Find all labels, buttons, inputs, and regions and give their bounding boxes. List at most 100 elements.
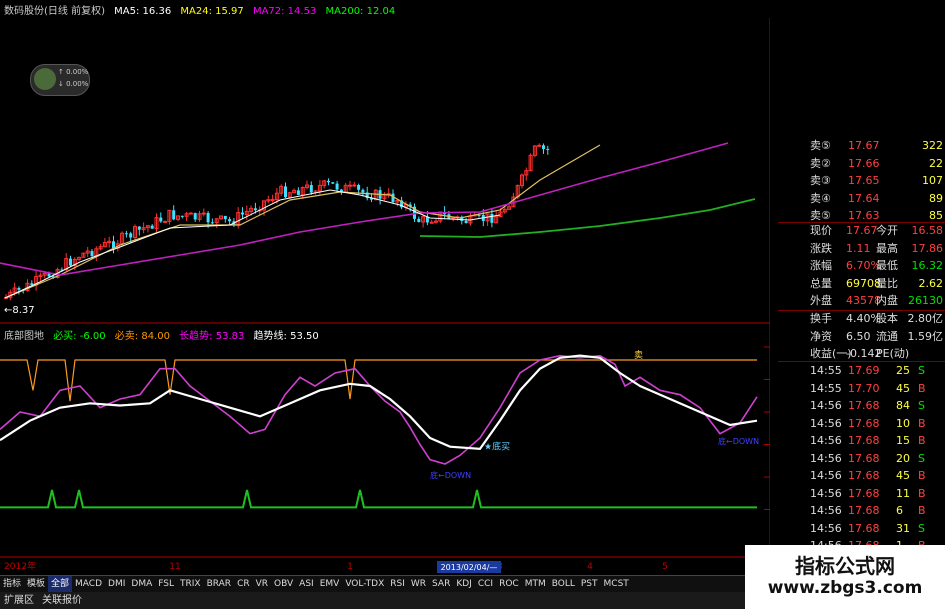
candle-body [309, 185, 313, 193]
stat-label: 净资 [810, 329, 832, 343]
candle-body [253, 208, 257, 211]
time-axis-label: 11 [169, 562, 180, 572]
tick-time: 14:55 [810, 381, 842, 395]
stat-row: 收益(一) -0.142 PE(动) [778, 345, 945, 362]
stat-value: 26130 [908, 294, 943, 307]
stat-row: 涨跌 1.11 最高 17.86 [778, 240, 945, 257]
stat-row: 涨幅 6.70% 最低 16.32 [778, 257, 945, 274]
ma5-label: MA5: 16.36 [114, 6, 172, 17]
candle-body [30, 283, 34, 285]
candle-body [490, 213, 494, 223]
stat-row: 现价 17.67 今开 16.58 [778, 222, 945, 239]
badge-line1: ↑ 0.00% [58, 68, 89, 76]
ask-volume: 22 [929, 156, 943, 170]
tab-cci[interactable]: CCI [475, 576, 496, 592]
tab-模板[interactable]: 模板 [24, 576, 48, 592]
tab-asi[interactable]: ASI [296, 576, 317, 592]
tick-time: 14:56 [810, 451, 842, 465]
tick-row: 14:56 17.68 10 B [778, 415, 945, 432]
tick-volume: 25 [896, 364, 910, 377]
candle-body [137, 226, 141, 230]
candle-body [150, 225, 154, 229]
tab-obv[interactable]: OBV [271, 576, 296, 592]
stat-label: 最高 [876, 241, 898, 255]
tick-side: S [918, 521, 925, 535]
candle-body [90, 251, 94, 256]
ma5-line [4, 189, 501, 299]
candle-body [129, 233, 133, 238]
tab-brar[interactable]: BRAR [204, 576, 234, 592]
tab-vol-tdx[interactable]: VOL-TDX [342, 576, 387, 592]
candle-body [464, 220, 468, 224]
candle-body [124, 233, 128, 235]
date-marker-label: 2013/02/04/— [441, 563, 498, 572]
tab-kdj[interactable]: KDJ [453, 576, 475, 592]
time-axis-label: 5 [662, 562, 668, 572]
zoom-badge[interactable]: ↑ 0.00% ↓ 0.00% [30, 64, 90, 96]
tab-fsl[interactable]: FSL [155, 576, 177, 592]
tick-row: 14:56 17.68 6 B [778, 502, 945, 519]
tick-price: 17.68 [848, 521, 880, 535]
ma24-line [4, 144, 601, 299]
ask-price: 17.67 [848, 139, 880, 152]
tab-mtm[interactable]: MTM [522, 576, 549, 592]
subtab-扩展区[interactable]: 扩展区 [0, 592, 38, 609]
tab-wr[interactable]: WR [408, 576, 429, 592]
tab-指标[interactable]: 指标 [0, 576, 24, 592]
candle-body [546, 148, 550, 150]
sell-tag: 卖 [634, 350, 643, 361]
ask-row: 卖② 17.66 22 [778, 155, 945, 172]
candle-body [69, 258, 72, 266]
tab-boll[interactable]: BOLL [549, 576, 578, 592]
candle-body [180, 215, 184, 217]
tab-vr[interactable]: VR [253, 576, 271, 592]
indicator-long: 长趋势: 53.83 [179, 331, 245, 342]
stat-label: 总量 [810, 276, 832, 290]
stat-value: 17.86 [911, 241, 944, 255]
chart-area[interactable]: 64%56%48%40%32%24%16%8%0%90.0075.0060.00… [0, 0, 770, 575]
tick-price: 17.68 [848, 451, 880, 465]
stat-label: 股本 [876, 312, 898, 325]
tab-macd[interactable]: MACD [72, 576, 105, 592]
candle-body [270, 198, 275, 201]
tab-dma[interactable]: DMA [128, 576, 155, 592]
ask-volume: 107 [922, 174, 943, 187]
stat-value: 1.59亿 [907, 329, 944, 343]
stat-label: 最低 [876, 259, 898, 272]
watermark-title: 指标公式网 [795, 554, 895, 578]
subtab-关联报价[interactable]: 关联报价 [38, 592, 86, 609]
tick-row: 14:55 17.70 45 B [778, 380, 945, 397]
tab-emv[interactable]: EMV [317, 576, 343, 592]
tab-pst[interactable]: PST [578, 576, 601, 592]
tab-mcst[interactable]: MCST [601, 576, 632, 592]
candle-body [296, 190, 300, 195]
tick-side: B [918, 486, 926, 500]
tick-volume: 6 [896, 504, 903, 517]
tick-price: 17.68 [848, 469, 880, 482]
tab-cr[interactable]: CR [234, 576, 253, 592]
tab-trix[interactable]: TRIX [177, 576, 204, 592]
tab-全部[interactable]: 全部 [48, 576, 73, 592]
candlestick-series [4, 143, 550, 301]
bottom-tag-right: 底←DOWN [718, 436, 759, 446]
candle-body [188, 212, 193, 215]
candle-body [193, 213, 197, 220]
badge-icon [34, 68, 56, 90]
tab-sar[interactable]: SAR [429, 576, 453, 592]
tick-volume: 84 [896, 399, 910, 412]
stat-label: 流通 [876, 329, 898, 343]
indicator-buy: 必买: -6.00 [53, 331, 106, 342]
tick-price: 17.70 [848, 381, 880, 395]
tick-row: 14:56 17.68 15 B [778, 432, 945, 449]
candle-body [357, 185, 361, 190]
tick-row: 14:56 17.68 84 S [778, 397, 945, 414]
tick-row: 14:56 17.68 11 B [778, 485, 945, 502]
ask-label: 卖② [810, 156, 831, 170]
stat-value: 1.11 [846, 241, 871, 255]
stat-value: 16.32 [911, 259, 944, 272]
time-axis-label: 4 [587, 562, 593, 572]
stat-row: 净资 6.50 流通 1.59亿 [778, 328, 945, 345]
tab-roc[interactable]: ROC [496, 576, 522, 592]
tab-rsi[interactable]: RSI [387, 576, 408, 592]
tab-dmi[interactable]: DMI [105, 576, 128, 592]
